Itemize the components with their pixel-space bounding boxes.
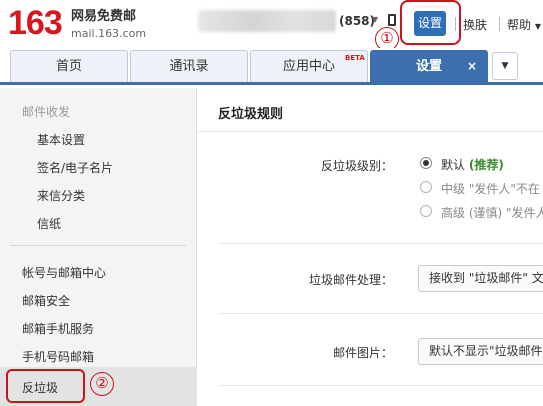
level-label: 反垃圾级别： <box>320 159 393 173</box>
header-divider <box>499 17 500 31</box>
account-dropdown-icon[interactable]: ▼ <box>372 15 378 24</box>
spam-handling-select[interactable]: 接收到 "垃圾邮件" 文 <box>418 265 543 292</box>
unread-count[interactable]: (858) <box>339 14 375 28</box>
tab-apps[interactable]: 应用中心 BETA <box>250 50 368 82</box>
sidebar-section-title: 邮件收发 <box>22 105 71 119</box>
tab-home[interactable]: 首页 <box>10 50 128 82</box>
sidebar-item-account-center[interactable]: 帐号与邮箱中心 <box>22 264 106 281</box>
antispam-callout <box>6 369 85 403</box>
spam-handling-label: 垃圾邮件处理： <box>308 273 393 287</box>
option-default[interactable]: 默认 (推荐) <box>441 156 504 173</box>
sidebar-divider <box>10 245 186 246</box>
beta-badge: BETA <box>345 54 365 62</box>
logo-number[interactable]: 163 <box>8 3 63 43</box>
header-settings-button[interactable]: 设置 <box>414 11 446 36</box>
tab-more-button[interactable]: ▼ <box>492 52 518 80</box>
skin-link[interactable]: 换肤 <box>463 16 487 33</box>
sidebar-item-signature[interactable]: 签名/电子名片 <box>37 159 113 176</box>
tab-settings-label: 设置 <box>415 59 442 74</box>
page-title: 反垃圾规则 <box>218 107 284 122</box>
option-high[interactable]: 高级 (谨慎) "发件人 <box>441 204 543 221</box>
logo-name[interactable]: 网易免费邮 <box>71 9 136 25</box>
account-name-blurred[interactable] <box>198 10 336 32</box>
header-divider <box>455 17 456 31</box>
tab-contacts[interactable]: 通讯录 <box>130 50 248 82</box>
sidebar-item-stationery[interactable]: 信纸 <box>37 215 61 232</box>
close-icon[interactable]: × <box>467 51 477 82</box>
section-divider <box>218 385 543 386</box>
recommended-tag: (推荐) <box>468 158 504 172</box>
logo-domain[interactable]: mail.163.com <box>71 27 146 40</box>
radio-high[interactable] <box>420 205 432 217</box>
help-label: 帮助 <box>507 18 532 32</box>
mail-image-select[interactable]: 默认不显示"垃圾邮件 <box>418 338 543 365</box>
help-link[interactable]: 帮助 ▼ <box>507 16 541 33</box>
sidebar-item-mail-filter[interactable]: 来信分类 <box>37 187 85 204</box>
sidebar-item-basic-settings[interactable]: 基本设置 <box>37 131 85 148</box>
option-default-label: 默认 <box>441 158 466 172</box>
radio-medium[interactable] <box>420 181 432 193</box>
sidebar-item-security[interactable]: 邮箱安全 <box>22 292 70 309</box>
sidebar-item-mobile-service[interactable]: 邮箱手机服务 <box>22 320 94 337</box>
step-marker-2: ② <box>90 372 114 396</box>
title-divider <box>198 131 543 132</box>
tab-bar: 首页 通讯录 应用中心 BETA 设置 × ▼ <box>0 48 543 85</box>
tab-settings[interactable]: 设置 × <box>370 50 488 84</box>
antispam-panel: 反垃圾规则 反垃圾级别： 默认 (推荐) 中级 "发件人"不在 高级 (谨慎) … <box>198 88 543 406</box>
sidebar-item-phone-mailbox[interactable]: 手机号码邮箱 <box>22 348 94 365</box>
mail-image-label: 邮件图片： <box>332 346 393 360</box>
mail-header: 163 网易免费邮 mail.163.com (858) ▼ 设置 ① 换肤 帮… <box>0 0 543 51</box>
section-divider <box>218 243 543 244</box>
chevron-down-icon: ▼ <box>534 22 541 31</box>
option-medium[interactable]: 中级 "发件人"不在 <box>441 180 540 197</box>
radio-default[interactable] <box>420 157 432 169</box>
phone-icon[interactable] <box>388 14 396 26</box>
settings-sidebar: 邮件收发 基本设置 签名/电子名片 来信分类 信纸 帐号与邮箱中心 邮箱安全 邮… <box>0 88 197 406</box>
tab-apps-label: 应用中心 <box>282 59 335 74</box>
section-divider <box>218 313 543 314</box>
